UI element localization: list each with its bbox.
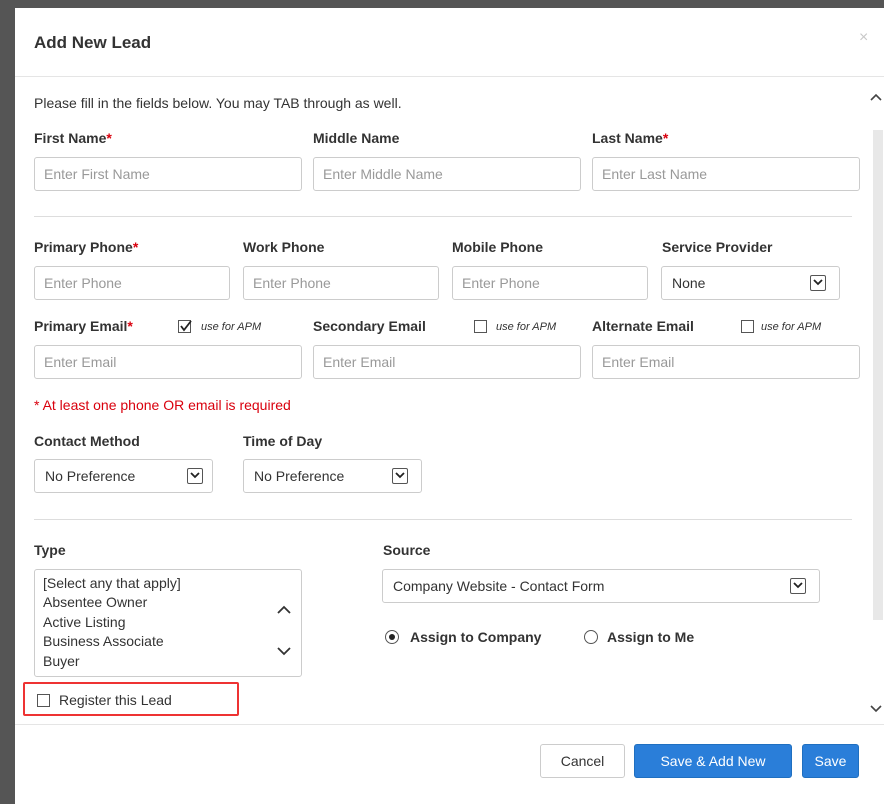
add-lead-modal: Add New Lead × Please fill in the fields… (15, 8, 884, 804)
last-name-label: Last Name* (592, 130, 668, 146)
type-listbox[interactable]: [Select any that apply] Absentee Owner A… (34, 569, 302, 677)
mobile-phone-label: Mobile Phone (452, 239, 543, 255)
primary-phone-label-text: Primary Phone (34, 239, 133, 255)
secondary-email-apm-label: use for APM (496, 321, 557, 333)
radio-selected-dot (389, 634, 395, 640)
scroll-up-icon[interactable] (868, 88, 884, 104)
required-mark: * (662, 130, 669, 146)
assign-me-label[interactable]: Assign to Me (607, 629, 694, 645)
chevron-up-icon[interactable] (277, 601, 291, 619)
middle-name-label: Middle Name (313, 130, 400, 146)
time-of-day-value: No Preference (254, 468, 345, 484)
service-provider-select[interactable]: None (661, 266, 840, 300)
chevron-down-icon[interactable] (277, 643, 291, 661)
service-provider-value: None (672, 275, 706, 291)
cancel-button[interactable]: Cancel (540, 744, 625, 778)
time-of-day-label: Time of Day (243, 433, 323, 449)
contact-method-select[interactable]: No Preference (34, 459, 213, 493)
secondary-email-input[interactable] (313, 345, 581, 379)
scroll-down-icon[interactable] (868, 700, 884, 716)
type-label: Type (34, 542, 66, 558)
source-label: Source (383, 542, 431, 558)
source-value: Company Website - Contact Form (393, 578, 605, 594)
assign-company-radio[interactable] (385, 630, 399, 644)
required-mark: * (106, 130, 112, 146)
modal-title: Add New Lead (34, 33, 152, 52)
chevron-down-icon[interactable] (790, 578, 806, 594)
secondary-email-label: Secondary Email (313, 318, 426, 334)
required-mark: * (127, 318, 133, 334)
alternate-email-apm-checkbox[interactable] (741, 320, 754, 333)
register-lead-label[interactable]: Register this Lead (59, 692, 172, 708)
checkmark-icon (180, 320, 192, 332)
assign-company-label[interactable]: Assign to Company (410, 629, 541, 645)
register-lead-checkbox[interactable] (37, 694, 50, 707)
save-button[interactable]: Save (802, 744, 859, 778)
list-item[interactable]: Buyer (43, 653, 80, 669)
primary-email-input[interactable] (34, 345, 302, 379)
assign-me-radio[interactable] (584, 630, 598, 644)
requirement-note: * At least one phone OR email is require… (34, 397, 291, 413)
list-item[interactable]: [Select any that apply] (43, 575, 181, 591)
contact-method-value: No Preference (45, 468, 136, 484)
primary-email-apm-checkbox[interactable] (178, 320, 192, 333)
primary-email-label: Primary Email* (34, 318, 133, 334)
list-item[interactable]: Active Listing (43, 614, 125, 630)
list-item[interactable]: Business Associate (43, 633, 164, 649)
secondary-email-apm-checkbox[interactable] (474, 320, 487, 333)
modal-header: Add New Lead × (15, 8, 884, 77)
form-instructions: Please fill in the fields below. You may… (34, 95, 402, 111)
section-divider (34, 216, 852, 217)
first-name-label: First Name* (34, 130, 112, 146)
time-of-day-select[interactable]: No Preference (243, 459, 422, 493)
last-name-label-text: Last Name (592, 130, 663, 146)
last-name-input[interactable] (592, 157, 860, 191)
primary-email-apm-label: use for APM (201, 321, 262, 333)
work-phone-input[interactable] (243, 266, 439, 300)
scrollbar-thumb[interactable] (873, 130, 883, 620)
primary-email-label-text: Primary Email (34, 318, 128, 334)
service-provider-label: Service Provider (662, 239, 773, 255)
modal-footer: Cancel Save & Add New Save (15, 724, 884, 804)
section-divider (34, 519, 852, 520)
close-icon[interactable]: × (859, 29, 868, 47)
work-phone-label: Work Phone (243, 239, 325, 255)
save-add-new-button[interactable]: Save & Add New (634, 744, 792, 778)
chevron-down-icon[interactable] (392, 468, 408, 484)
source-select[interactable]: Company Website - Contact Form (382, 569, 820, 603)
chevron-down-icon[interactable] (187, 468, 203, 484)
list-item[interactable]: Absentee Owner (43, 594, 147, 610)
first-name-label-text: First Name (34, 130, 107, 146)
primary-phone-label: Primary Phone* (34, 239, 138, 255)
required-mark: * (132, 239, 139, 255)
contact-method-label: Contact Method (34, 433, 140, 449)
first-name-input[interactable] (34, 157, 302, 191)
mobile-phone-input[interactable] (452, 266, 648, 300)
primary-phone-input[interactable] (34, 266, 230, 300)
alternate-email-apm-label: use for APM (761, 321, 822, 333)
chevron-down-icon[interactable] (810, 275, 826, 291)
middle-name-input[interactable] (313, 157, 581, 191)
alternate-email-input[interactable] (592, 345, 860, 379)
alternate-email-label: Alternate Email (592, 318, 694, 334)
